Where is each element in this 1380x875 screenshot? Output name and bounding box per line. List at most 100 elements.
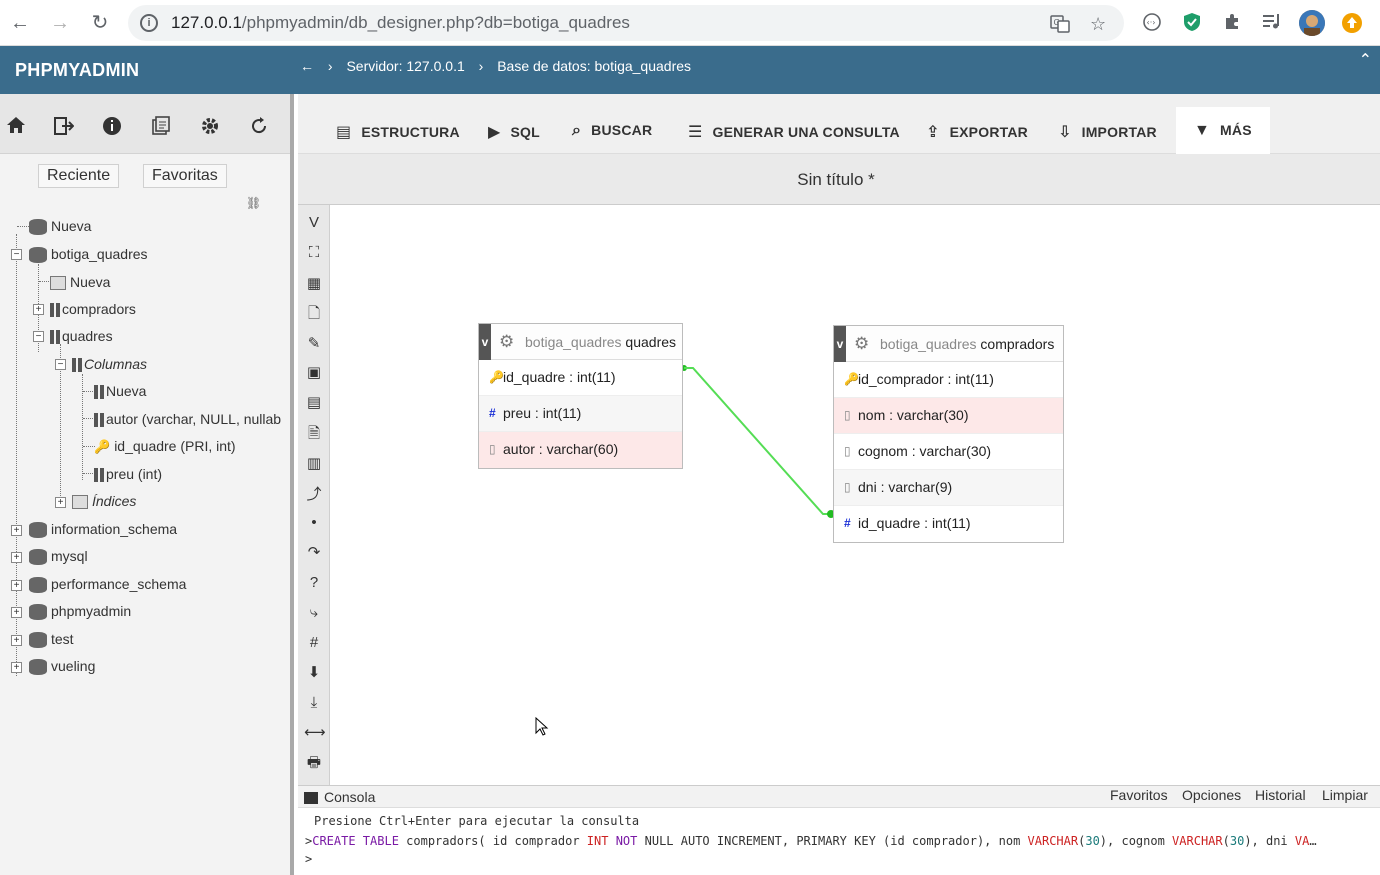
menu-sql[interactable]: ▶ SQL [488, 122, 540, 142]
expand-toggle[interactable]: + [11, 662, 22, 673]
field-row[interactable]: ▯ cognom : varchar(30) [834, 434, 1063, 470]
table-gear-icon[interactable]: ⚙ [499, 332, 514, 352]
tree-db-mysql[interactable]: mysql [29, 548, 88, 566]
reload-icon[interactable]: ↻ [86, 9, 114, 37]
field-row[interactable]: 🔑 id_quadre : int(11) [479, 360, 682, 396]
settings-gear-icon[interactable] [200, 116, 220, 141]
tab-favorites[interactable]: Favoritas [143, 164, 227, 188]
field-row[interactable]: # id_quadre : int(11) [834, 506, 1063, 542]
new-page-icon[interactable]: 🗋 [304, 304, 324, 324]
tree-db-phpmyadmin[interactable]: phpmyadmin [29, 603, 131, 621]
console-prompt[interactable]: > [305, 852, 312, 866]
field-row[interactable]: 🔑 id_comprador : int(11) [834, 362, 1063, 398]
breadcrumb-server[interactable]: Servidor: 127.0.0.1 [346, 58, 464, 74]
tree-table-quadres[interactable]: quadres [50, 328, 113, 345]
translate-icon[interactable]: G [1050, 14, 1070, 39]
back-arrow-icon[interactable]: ← [6, 9, 34, 37]
collapse-table-icon[interactable]: v [834, 326, 846, 362]
bookmark-star-icon[interactable]: ☆ [1090, 14, 1106, 35]
console-favoritos[interactable]: Favoritos [1110, 787, 1168, 803]
update-indicator-icon[interactable] [1341, 12, 1363, 34]
console-toggle[interactable]: Consola [304, 789, 375, 805]
tree-indexes-group[interactable]: Índices [72, 493, 136, 510]
link-collapse-icon[interactable]: ⛓ [246, 196, 261, 210]
toggle-small-big-icon[interactable]: ⤓ [304, 693, 324, 713]
menu-buscar[interactable]: ⌕ BUSCAR [572, 122, 652, 140]
expand-toggle[interactable]: + [33, 304, 44, 315]
home-icon[interactable] [6, 116, 26, 139]
shield-extension-icon[interactable] [1181, 12, 1203, 34]
tree-table-compradors[interactable]: compradors [50, 301, 136, 318]
grid-icon[interactable]: # [304, 633, 324, 653]
export-schema-icon[interactable]: 🖶 [304, 753, 324, 773]
angular-links-icon[interactable]: ? [304, 573, 324, 593]
save-as-icon[interactable]: ▤ [304, 393, 324, 413]
collapse-toggle[interactable]: − [11, 249, 22, 260]
collapse-top-icon[interactable]: ⌃ [1359, 50, 1372, 70]
breadcrumb-database[interactable]: Base de datos: botiga_quadres [497, 58, 691, 74]
address-bar[interactable]: i 127.0.0.1/phpmyadmin/db_designer.php?d… [128, 5, 1124, 41]
designer-canvas[interactable]: v ⚙ botiga_quadres quadres 🔑 id_quadre : … [331, 205, 1380, 785]
field-row[interactable]: ▯ dni : varchar(9) [834, 470, 1063, 506]
tree-column-autor[interactable]: autor (varchar, NULL, nullab [94, 411, 281, 428]
extension-code-icon[interactable]: ‹·› [1141, 12, 1163, 34]
tree-column-preu[interactable]: preu (int) [94, 466, 162, 483]
site-info-icon[interactable]: i [140, 14, 158, 32]
tree-new-database[interactable]: Nueva [29, 218, 91, 236]
toggle-toolbar-icon[interactable]: V [304, 213, 324, 233]
edit-page-icon[interactable]: ✎ [304, 334, 324, 354]
save-icon[interactable]: ▣ [304, 363, 324, 383]
tree-new-column[interactable]: Nueva [94, 383, 146, 400]
expand-toggle[interactable]: + [11, 607, 22, 618]
tree-column-id-quadre[interactable]: 🔑 id_quadre (PRI, int) [94, 438, 236, 455]
expand-toggle[interactable]: + [11, 552, 22, 563]
expand-toggle[interactable]: + [55, 497, 66, 508]
collapse-toggle[interactable]: − [55, 359, 66, 370]
help-icon[interactable]: ↷ [304, 543, 324, 563]
designer-table-compradors[interactable]: v ⚙ botiga_quadres compradors 🔑 id_compra… [833, 325, 1064, 543]
reading-list-icon[interactable] [1261, 12, 1283, 34]
delete-page-icon[interactable]: ▥ [304, 454, 324, 474]
field-row[interactable]: ▯ autor : varchar(60) [479, 432, 682, 468]
tree-new-table[interactable]: Nueva [50, 274, 110, 291]
menu-exportar[interactable]: ⇪ EXPORTAR [926, 122, 1028, 142]
field-row[interactable]: # preu : int(11) [479, 396, 682, 432]
snap-to-grid-icon[interactable]: ⤷ [304, 603, 324, 623]
collapse-toggle[interactable]: − [33, 331, 44, 342]
console-query-line[interactable]: >CREATE TABLE compradors( id comprador I… [305, 834, 1317, 848]
menu-importar[interactable]: ⇩ IMPORTAR [1058, 122, 1157, 142]
tree-db-test[interactable]: test [29, 631, 74, 649]
breadcrumb-back-icon[interactable]: ← [300, 58, 314, 74]
console-historial[interactable]: Historial [1255, 787, 1306, 803]
expand-toggle[interactable]: + [11, 635, 22, 646]
tree-db-vueling[interactable]: vueling [29, 658, 95, 676]
expand-toggle[interactable]: + [11, 525, 22, 536]
tree-db-performance-schema[interactable]: performance_schema [29, 576, 186, 594]
fullscreen-icon[interactable]: ⛶ [304, 243, 324, 263]
tree-columns-group[interactable]: Columnas [72, 356, 147, 373]
tree-db-information-schema[interactable]: information_schema [29, 521, 177, 539]
info-icon[interactable] [102, 116, 122, 141]
small-big-all-icon[interactable]: ⬇ [304, 663, 324, 683]
designer-table-quadres[interactable]: v ⚙ botiga_quadres quadres 🔑 id_quadre : … [478, 323, 683, 469]
open-page-icon[interactable]: 🗎 [304, 424, 324, 444]
menu-mas[interactable]: ▼ MÁS [1176, 107, 1270, 154]
console-limpiar[interactable]: Limpiar [1322, 787, 1368, 803]
tree-db-botiga-quadres[interactable]: botiga_quadres [29, 246, 148, 264]
table-header[interactable]: v ⚙ botiga_quadres quadres [479, 324, 682, 360]
logout-icon[interactable] [54, 116, 75, 141]
expand-toggle[interactable]: + [11, 580, 22, 591]
docs-icon[interactable] [151, 116, 171, 141]
create-relation-icon[interactable]: ⤴ [304, 485, 324, 505]
forward-arrow-icon[interactable]: → [46, 9, 74, 37]
field-row[interactable]: ▯ nom : varchar(30) [834, 398, 1063, 434]
relation-lines-icon[interactable]: ⟷ [304, 723, 326, 743]
puzzle-extensions-icon[interactable] [1221, 12, 1243, 34]
menu-estructura[interactable]: ▤ ESTRUCTURA [336, 122, 460, 142]
reload-icon[interactable]: • [304, 513, 324, 533]
menu-generar-consulta[interactable]: ☰ GENERAR UNA CONSULTA [688, 122, 900, 142]
table-header[interactable]: v ⚙ botiga_quadres compradors [834, 326, 1063, 362]
pma-logo[interactable]: PHPMYADMIN [15, 60, 139, 81]
add-tables-icon[interactable]: ▦ [304, 274, 324, 294]
reload-nav-icon[interactable] [249, 116, 269, 141]
